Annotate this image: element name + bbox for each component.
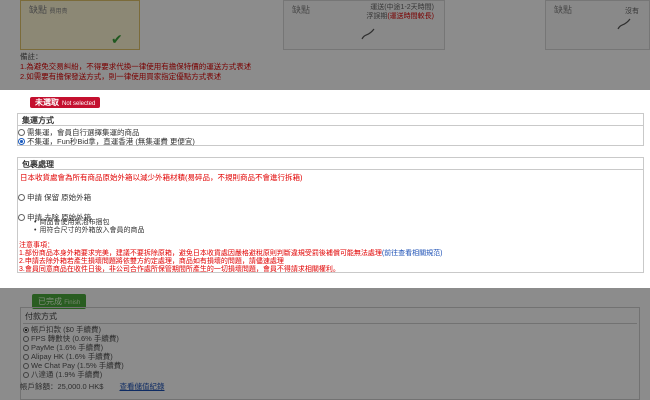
divider: [18, 125, 643, 126]
package-warning: 日本收貨處會為所有商品原始外箱以減少外箱材積(易碎品，不規則商品不會進行拆箱): [20, 173, 303, 182]
radio-icon[interactable]: [18, 214, 25, 221]
option-direct-ship[interactable]: 不集運，Fun秒Bid拿，直運香港 (無集運費 更便宜): [18, 136, 195, 147]
notice-line: 2.申請去除外箱若產生損壞問題將依雙方約定處理，商品如有損壞的問題，請儘速處理: [19, 258, 284, 265]
list-item: 用符合尺寸的外箱放入會員的商品: [34, 227, 144, 235]
remove-box-details: 商品會使用氣泡布捆包 用符合尺寸的外箱放入會員的商品: [34, 219, 144, 235]
notice-line: 1.部份商品本身外箱要求完美，建議不要拆除原箱，避免日本收貨處因嚴格避稅原則判斷…: [19, 250, 443, 257]
notice-line: 3.會員同意商品在收件日後，非公司合作處所保管期間所產生的一切損壞問題，會員不得…: [19, 266, 340, 273]
notice-block: 注意事項： 1.部份商品本身外箱要求完美，建議不要拆除原箱，避免日本收貨處因嚴格…: [19, 242, 443, 274]
option-keep-box[interactable]: 申請 保留 原始外箱: [18, 192, 91, 203]
rules-link[interactable]: (前往查看相關規范): [382, 250, 443, 257]
list-item: 商品會使用氣泡布捆包: [34, 219, 144, 227]
notice-title: 注意事項：: [19, 242, 54, 249]
divider: [18, 169, 643, 170]
radio-icon[interactable]: [18, 194, 25, 201]
radio-icon[interactable]: [18, 129, 25, 136]
status-badge: 未選取 Not selected: [30, 97, 101, 108]
radio-icon[interactable]: [18, 138, 25, 145]
shipping-options-modal: 未選取 Not selected 集運方式 需集運，會員自行選擇集運的商品 不集運…: [0, 90, 650, 288]
consolidation-section: 集運方式 需集運，會員自行選擇集運的商品 不集運，Fun秒Bid拿，直運香港 (…: [17, 113, 644, 146]
